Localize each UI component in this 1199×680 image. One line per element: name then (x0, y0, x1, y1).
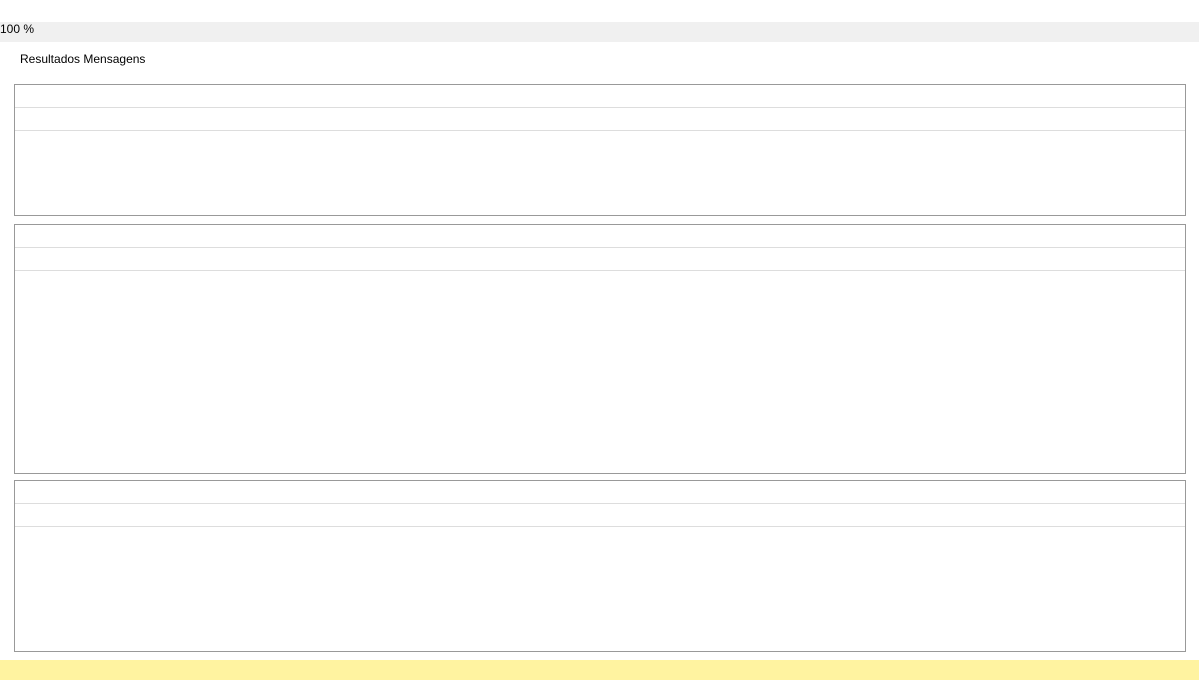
status-bar (0, 660, 1199, 680)
zoom-bar[interactable]: 100 % (0, 22, 1199, 42)
tab-mensagens[interactable]: Mensagens (83, 52, 145, 66)
zoom-value[interactable]: 100 % (0, 22, 34, 36)
grid-processo[interactable] (14, 84, 1186, 216)
grid-partes[interactable] (14, 224, 1186, 474)
results-tabs[interactable]: Resultados Mensagens (20, 52, 145, 66)
tab-resultados[interactable]: Resultados (20, 52, 80, 66)
grid-notificacoes[interactable] (14, 480, 1186, 652)
